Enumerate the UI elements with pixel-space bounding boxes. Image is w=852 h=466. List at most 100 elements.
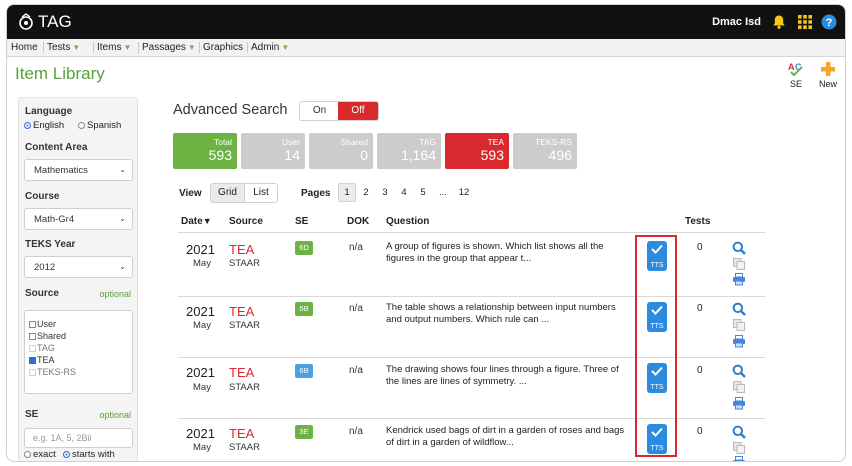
copy-icon[interactable] <box>732 257 746 271</box>
view-label: View <box>179 188 202 199</box>
menu-divider <box>199 42 200 53</box>
teks-year-select[interactable]: 2012 ⌄ <box>24 256 133 278</box>
menu-admin[interactable]: Admin ▼ <box>251 42 289 53</box>
menu-graphics[interactable]: Graphics <box>203 42 243 53</box>
svg-text:?: ? <box>826 17 833 29</box>
row-source[interactable]: TEA <box>229 242 254 257</box>
row-question[interactable]: A group of figures is shown. Which list … <box>386 241 633 265</box>
print-icon[interactable] <box>732 455 746 462</box>
se-tool-button[interactable]: A C SE <box>783 61 809 89</box>
preview-magnifier-icon[interactable] <box>732 302 746 316</box>
print-icon[interactable] <box>732 334 746 348</box>
source-tag-checkbox[interactable]: TAG <box>29 343 55 353</box>
page-button-2[interactable]: 2 <box>357 183 375 202</box>
source-shared-label: Shared <box>37 331 67 341</box>
source-shared-checkbox[interactable]: Shared <box>29 331 66 341</box>
language-spanish-radio[interactable]: Spanish <box>78 120 121 131</box>
se-input[interactable]: e.g. 1A, 5, 2Bii <box>24 428 133 448</box>
advanced-search-on-button[interactable]: On <box>300 102 339 120</box>
user-name[interactable]: Dmac Isd <box>712 16 761 28</box>
help-icon[interactable]: ? <box>821 14 837 30</box>
row-source[interactable]: TEA <box>229 304 254 319</box>
menu-home[interactable]: Home <box>11 42 38 53</box>
content-area-select[interactable]: Mathematics ⌄ <box>24 159 133 181</box>
advanced-search-off-button[interactable]: Off <box>338 102 378 120</box>
apps-grid-icon[interactable] <box>798 15 812 29</box>
radio-selected <box>24 122 31 129</box>
match-starts-with-radio[interactable]: starts with <box>63 449 115 460</box>
chevron-down-icon: ▼ <box>281 43 290 52</box>
source-teks-rs-label: TEKS-RS <box>37 367 77 377</box>
se-badge[interactable]: 6D <box>295 241 313 255</box>
preview-magnifier-icon[interactable] <box>732 425 746 439</box>
stat-total[interactable]: Total 593 <box>173 133 237 169</box>
copy-icon[interactable] <box>732 441 746 455</box>
copy-icon[interactable] <box>732 380 746 394</box>
checkbox-unchecked <box>29 333 36 340</box>
se-badge[interactable]: 6B <box>295 364 313 378</box>
source-tea-checkbox[interactable]: TEA <box>29 355 55 365</box>
new-button[interactable]: New <box>815 61 841 89</box>
dok-column-header[interactable]: DOK <box>347 216 369 227</box>
source-user-checkbox[interactable]: User <box>29 319 56 329</box>
stat-user[interactable]: User 14 <box>241 133 305 169</box>
match-exact-radio[interactable]: exact <box>24 449 56 460</box>
plus-icon <box>821 62 835 76</box>
row-dok: n/a <box>349 242 363 253</box>
view-grid-button[interactable]: Grid <box>210 183 245 203</box>
menu-tests[interactable]: Tests ▼ <box>47 42 80 53</box>
preview-magnifier-icon[interactable] <box>732 241 746 255</box>
advanced-search-toggle: On Off <box>299 101 379 121</box>
row-question[interactable]: Kendrick used bags of dirt in a garden o… <box>386 425 633 449</box>
print-icon[interactable] <box>732 396 746 410</box>
menu-home-label: Home <box>11 42 38 53</box>
stat-tea[interactable]: TEA 593 <box>445 133 509 169</box>
stat-tag[interactable]: TAG 1,164 <box>377 133 441 169</box>
menu-passages[interactable]: Passages ▼ <box>142 42 196 53</box>
page-button-5[interactable]: 5 <box>414 183 432 202</box>
view-list-button[interactable]: List <box>244 183 278 203</box>
language-label: Language <box>25 106 73 117</box>
stat-teks-rs[interactable]: TEKS-RS 496 <box>513 133 577 169</box>
source-column-header[interactable]: Source <box>229 216 263 227</box>
row-source[interactable]: TEA <box>229 426 254 441</box>
page-button-4[interactable]: 4 <box>395 183 413 202</box>
stat-value: 593 <box>208 147 232 163</box>
row-dok: n/a <box>349 365 363 376</box>
course-select[interactable]: Math-Gr4 ⌄ <box>24 208 133 230</box>
bell-icon[interactable] <box>771 14 787 30</box>
language-english-radio[interactable]: English <box>24 120 64 131</box>
row-question[interactable]: The table shows a relationship between i… <box>386 302 633 326</box>
se-badge[interactable]: 5B <box>295 302 313 316</box>
page-button-12[interactable]: 12 <box>454 183 474 202</box>
source-user-label: User <box>37 319 57 329</box>
stat-label: TAG <box>419 137 436 147</box>
copy-icon[interactable] <box>732 318 746 332</box>
tests-column-header[interactable]: Tests <box>685 216 710 227</box>
stat-shared[interactable]: Shared 0 <box>309 133 373 169</box>
course-label: Course <box>25 191 60 202</box>
checkbox-unchecked <box>29 321 36 328</box>
row-source[interactable]: TEA <box>229 365 254 380</box>
row-year: 2021 <box>186 242 215 257</box>
question-column-header[interactable]: Question <box>386 216 429 227</box>
page-button-3[interactable]: 3 <box>376 183 394 202</box>
row-subsource: STAAR <box>229 382 260 393</box>
chevron-down-icon: ▼ <box>187 43 196 52</box>
date-column-header[interactable]: Date▼ <box>181 216 212 227</box>
page-ellipsis: ... <box>439 187 447 198</box>
source-teks-rs-checkbox[interactable]: TEKS-RS <box>29 367 76 377</box>
page-button-1[interactable]: 1 <box>338 183 356 202</box>
stat-value: 14 <box>284 147 300 163</box>
se-column-header[interactable]: SE <box>295 216 308 227</box>
print-icon[interactable] <box>732 272 746 286</box>
row-question[interactable]: The drawing shows four lines through a f… <box>386 364 633 388</box>
menu-divider <box>43 42 44 53</box>
preview-magnifier-icon[interactable] <box>732 364 746 378</box>
stat-value: 0 <box>360 147 368 163</box>
menu-items[interactable]: Items ▼ <box>97 42 131 53</box>
radio-unselected <box>24 451 31 458</box>
se-badge[interactable]: 3E <box>295 425 313 439</box>
advanced-search-label: Advanced Search <box>173 102 288 118</box>
match-starts-with-label: starts with <box>72 449 115 460</box>
